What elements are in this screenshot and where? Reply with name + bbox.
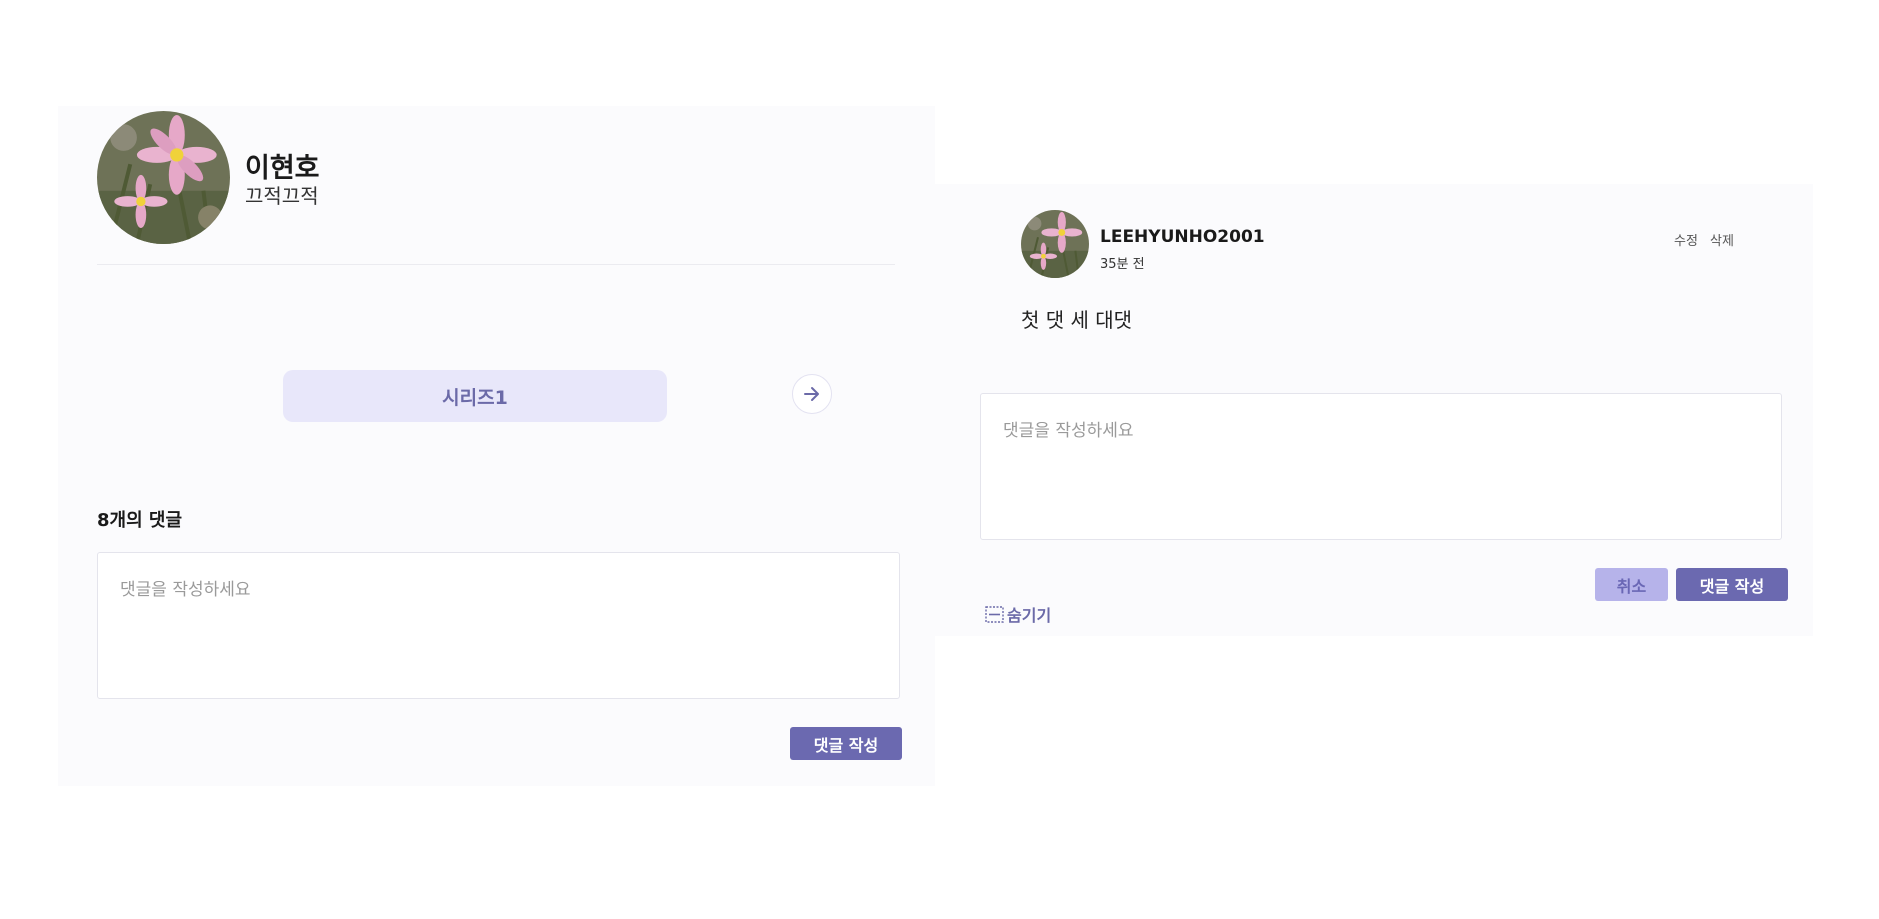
profile-avatar[interactable] [97,111,230,244]
comment-timestamp: 35분 전 [1100,257,1145,272]
reply-input[interactable] [980,393,1782,540]
series-button[interactable]: 시리즈1 [283,370,667,422]
profile-bio: 끄적끄적 [245,184,319,208]
submit-comment-button[interactable]: 댓글 작성 [790,727,902,760]
cancel-reply-button[interactable]: 취소 [1595,568,1668,601]
collapse-box-icon [985,605,1004,623]
submit-reply-button[interactable]: 댓글 작성 [1676,568,1788,601]
post-footer-panel: 이현호 끄적끄적 시리즈1 8개의 댓글 댓글 작성 [58,106,935,786]
edit-comment-link[interactable]: 수정 [1674,230,1698,249]
flower-photo-icon [1021,210,1089,278]
comment-author-avatar[interactable] [1021,210,1089,278]
hide-replies-label: 숨기기 [1007,606,1052,625]
comment-input[interactable] [97,552,900,699]
delete-comment-link[interactable]: 삭제 [1710,230,1734,249]
arrow-right-icon [804,387,819,401]
reply-thread-panel: LEEHYUNHO2001 35분 전 수정 삭제 첫 댓 세 대댓 취소 댓글… [935,184,1813,636]
comment-author[interactable]: LEEHYUNHO2001 [1100,227,1265,247]
comment-body: 첫 댓 세 대댓 [1021,308,1133,332]
comment-count: 8개의 댓글 [97,510,183,531]
next-series-button[interactable] [792,374,832,414]
flower-photo-icon [97,111,230,244]
profile-divider [97,264,895,265]
hide-replies-toggle[interactable]: 숨기기 [985,602,1051,626]
